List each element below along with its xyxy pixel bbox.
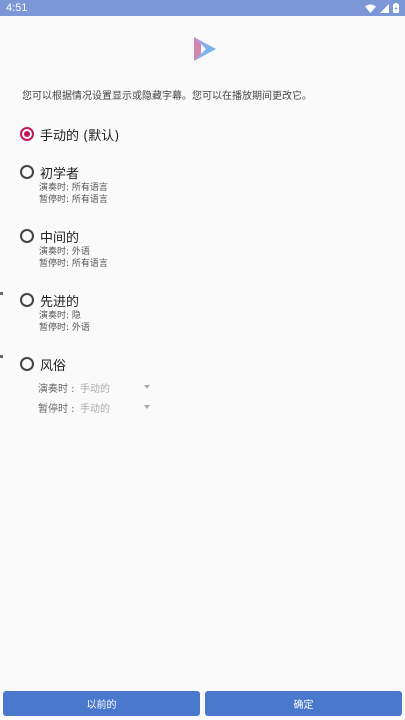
option-custom[interactable]: 风俗 演奏时 : 手动的 暂停时 : 手动的 [20, 354, 150, 417]
option-detail: 暂停时: 所有语言 [39, 259, 108, 269]
option-intermediate[interactable]: 中间的 演奏时: 外语 暂停时: 所有语言 [20, 226, 108, 270]
option-detail: 暂停时: 所有语言 [39, 195, 108, 205]
status-time: 4:51 [6, 2, 28, 14]
dropdown-arrow-icon [144, 385, 150, 389]
option-advanced[interactable]: 先进的 演奏时: 隐 暂停时: 外语 [20, 290, 90, 334]
edge-mark [0, 292, 3, 295]
option-label: 风俗 [40, 358, 67, 374]
radio-manual[interactable] [20, 127, 34, 141]
option-detail: 演奏时: 外语 [39, 247, 90, 257]
option-advanced-row[interactable]: 先进的 [20, 290, 90, 310]
custom-playing-value: 手动的 [80, 383, 110, 395]
option-manual-row[interactable]: 手动的 (默认) [20, 124, 119, 144]
battery-icon [393, 3, 399, 13]
confirm-button[interactable]: 确定 [205, 691, 402, 716]
radio-custom[interactable] [20, 357, 34, 371]
custom-playing-select[interactable]: 手动的 [80, 380, 150, 395]
option-custom-row[interactable]: 风俗 [20, 354, 150, 374]
custom-paused-row: 暂停时 : 手动的 [38, 397, 150, 417]
custom-playing-label: 演奏时 : [38, 383, 75, 395]
signal-icon [380, 3, 389, 13]
radio-advanced[interactable] [20, 293, 34, 307]
option-beginner-row[interactable]: 初学者 [20, 162, 108, 182]
intro-text: 您可以根据情况设置显示或隐藏字幕。您可以在播放期间更改它。 [22, 91, 312, 102]
custom-paused-select[interactable]: 手动的 [80, 400, 150, 415]
dropdown-arrow-icon [144, 405, 150, 409]
wifi-icon [365, 4, 376, 13]
custom-playing-row: 演奏时 : 手动的 [38, 377, 150, 397]
option-detail: 演奏时: 所有语言 [39, 183, 108, 193]
radio-beginner[interactable] [20, 165, 34, 179]
custom-paused-value: 手动的 [80, 403, 110, 415]
previous-button[interactable]: 以前的 [3, 691, 200, 716]
custom-paused-label: 暂停时 : [38, 403, 75, 415]
option-label: 手动的 (默认) [40, 128, 120, 144]
option-manual[interactable]: 手动的 (默认) [20, 124, 119, 144]
status-icons [365, 3, 399, 13]
option-label: 中间的 [40, 230, 80, 246]
option-detail: 暂停时: 外语 [39, 323, 90, 333]
option-label: 先进的 [40, 294, 80, 310]
option-detail: 演奏时: 隐 [39, 311, 81, 321]
option-label: 初学者 [40, 166, 80, 182]
option-intermediate-row[interactable]: 中间的 [20, 226, 108, 246]
option-beginner[interactable]: 初学者 演奏时: 所有语言 暂停时: 所有语言 [20, 162, 108, 206]
app-logo-icon [194, 37, 216, 61]
radio-intermediate[interactable] [20, 229, 34, 243]
edge-mark [0, 355, 3, 358]
status-bar: 4:51 [0, 0, 405, 16]
